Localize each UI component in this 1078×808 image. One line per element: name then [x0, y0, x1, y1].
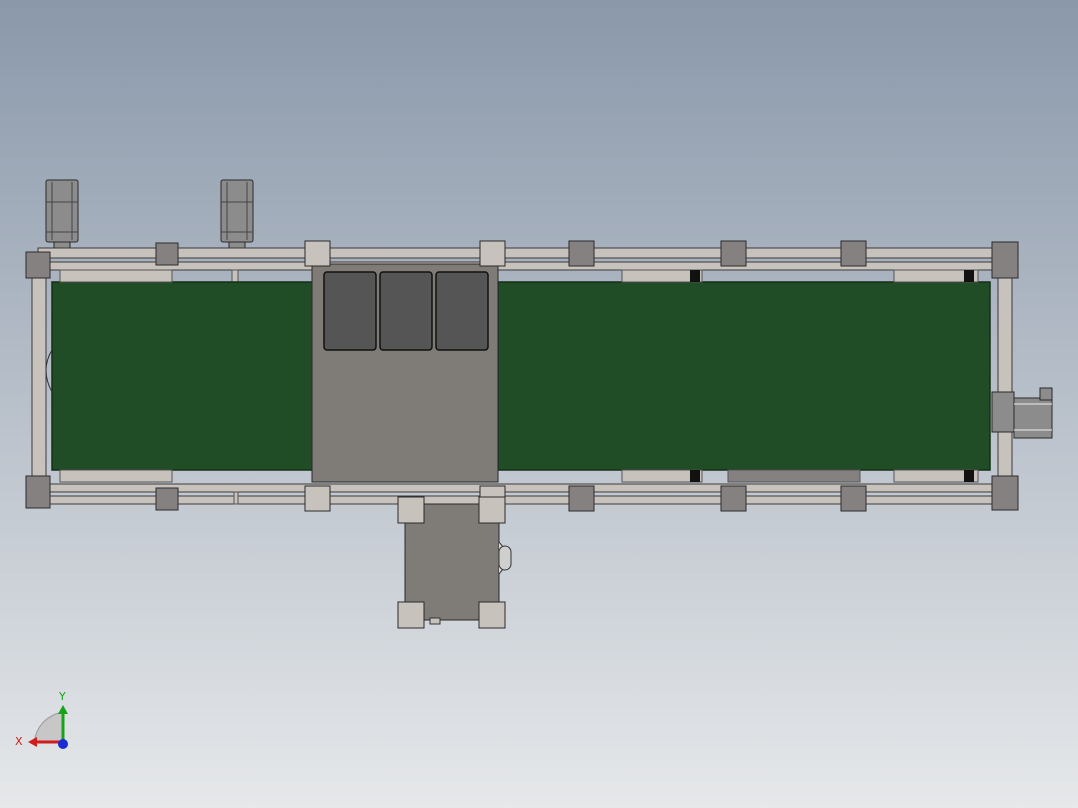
- motor-top-left: [45, 179, 79, 249]
- belt-right: [497, 281, 991, 471]
- coordinate-triad: X Y: [15, 690, 68, 749]
- conveyor-drawing: X Y: [15, 179, 1053, 749]
- belt-left: [45, 281, 315, 471]
- y-axis-label: Y: [58, 690, 66, 703]
- pad-1: [323, 271, 377, 351]
- pad-2: [379, 271, 433, 351]
- motor-right: [991, 387, 1053, 439]
- pad-3: [435, 271, 489, 351]
- x-axis-label: X: [15, 735, 23, 748]
- motor-top-center: [220, 179, 254, 254]
- cad-viewport[interactable]: X Y: [0, 0, 1078, 808]
- central-housing: [311, 263, 499, 483]
